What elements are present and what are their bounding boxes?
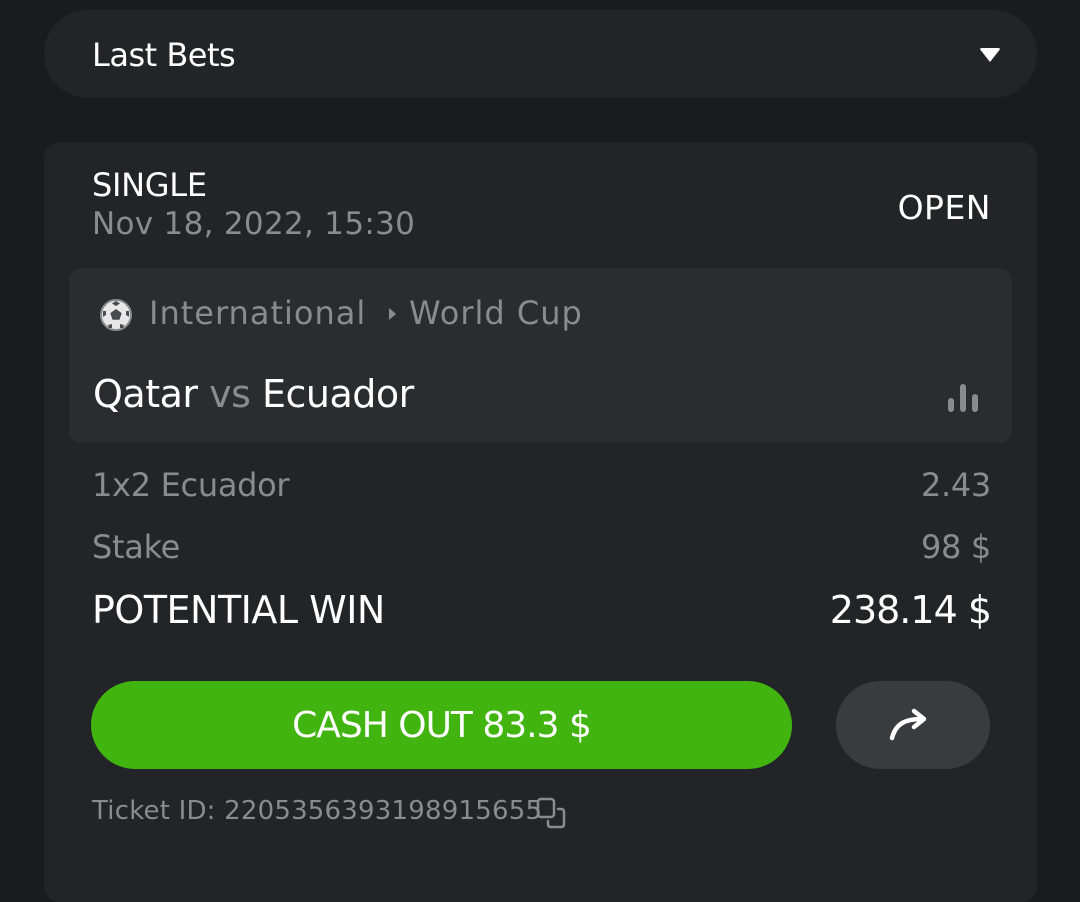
selection-label: 1x2 Ecuador	[92, 466, 290, 504]
odds-value: 2.43	[920, 466, 991, 504]
breadcrumb-arrow-icon	[389, 308, 396, 320]
share-arrow-icon	[889, 708, 927, 741]
cash-out-button[interactable]: CASH OUT 83.3 $	[91, 681, 792, 769]
stake-label: Stake	[92, 528, 181, 566]
cash-out-label: CASH OUT 83.3 $	[292, 704, 592, 746]
potential-win-value: 238.14 $	[829, 588, 992, 632]
league-name: World Cup	[409, 294, 583, 332]
bet-status: OPEN	[897, 188, 991, 227]
stake-value: 98 $	[920, 528, 991, 566]
event-box[interactable]: International World Cup Qatar vs Ecuador	[69, 268, 1012, 443]
vs-separator: vs	[209, 372, 251, 416]
dropdown-title: Last Bets	[92, 36, 236, 74]
ticket-id: Ticket ID: 2205356393198915655	[92, 796, 543, 826]
league-country: International	[149, 294, 367, 332]
potential-win-label: POTENTIAL WIN	[92, 588, 385, 632]
bet-card: SINGLE Nov 18, 2022, 15:30 OPEN Internat…	[44, 142, 1037, 902]
caret-down-icon[interactable]	[979, 48, 1001, 62]
bet-type: SINGLE	[92, 166, 207, 204]
bet-date: Nov 18, 2022, 15:30	[92, 206, 416, 242]
copy-icon[interactable]	[534, 795, 570, 831]
home-team: Qatar	[93, 372, 198, 416]
bar-chart-icon[interactable]	[946, 384, 980, 412]
away-team: Ecuador	[262, 372, 414, 416]
match-title: Qatar vs Ecuador	[93, 372, 414, 416]
soccer-ball-icon	[100, 299, 132, 331]
last-bets-dropdown[interactable]: Last Bets	[44, 10, 1037, 98]
share-button[interactable]	[836, 681, 990, 769]
